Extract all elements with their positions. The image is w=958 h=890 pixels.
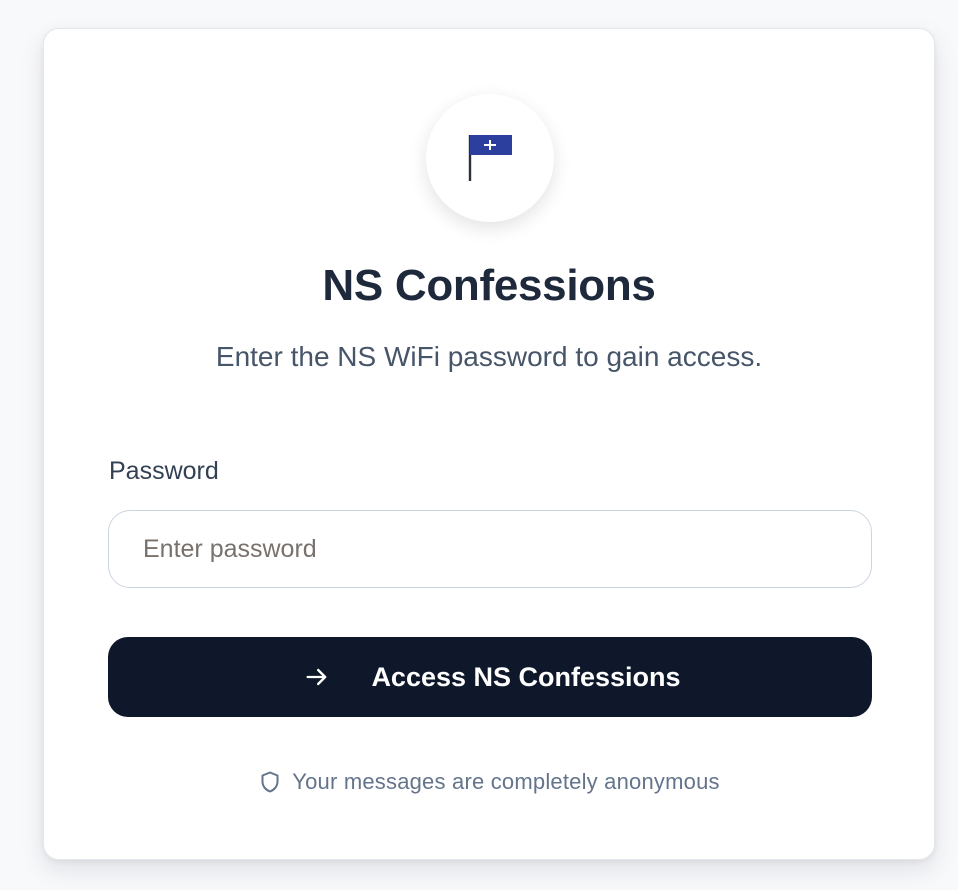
logo-badge	[426, 94, 554, 222]
flag-icon	[468, 135, 512, 181]
password-label: Password	[109, 457, 219, 485]
anonymity-note: Your messages are completely anonymous	[44, 769, 934, 795]
anonymity-text: Your messages are completely anonymous	[292, 769, 720, 794]
page-subtitle: Enter the NS WiFi password to gain acces…	[215, 341, 763, 372]
arrow-right-icon	[299, 659, 335, 695]
shield-icon	[258, 770, 282, 794]
access-button-label: Access NS Confessions	[371, 661, 681, 692]
password-input[interactable]	[108, 510, 872, 588]
page-title: NS Confessions	[322, 261, 656, 310]
access-button[interactable]: Access NS Confessions	[108, 637, 872, 717]
login-card: NS Confessions Enter the NS WiFi passwor…	[43, 28, 935, 860]
